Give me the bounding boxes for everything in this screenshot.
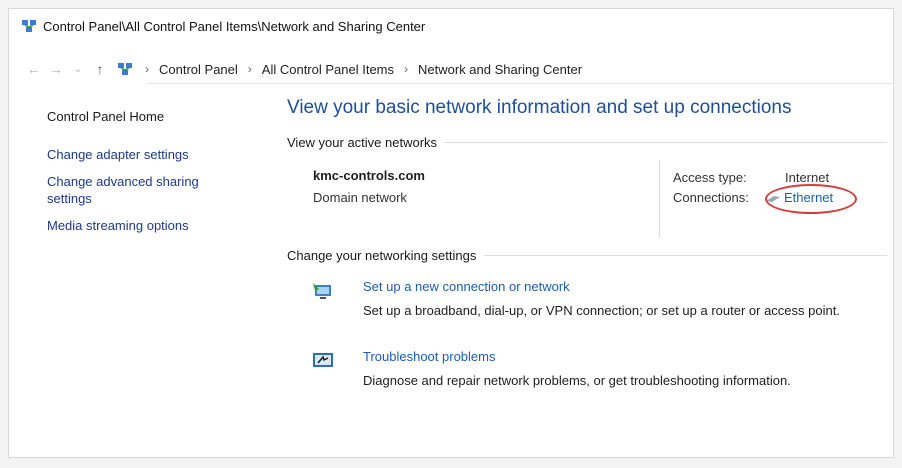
connections-label: Connections: <box>673 190 749 205</box>
troubleshoot-problems-link[interactable]: Troubleshoot problems <box>363 349 495 364</box>
chevron-right-icon[interactable]: › <box>242 62 258 76</box>
recent-dropdown-icon[interactable]: ⌄ <box>67 64 89 75</box>
change-settings-label: Change your networking settings <box>287 248 477 263</box>
control-panel-home-link[interactable]: Control Panel Home <box>47 109 257 124</box>
breadcrumb-network-center[interactable]: Network and Sharing Center <box>414 62 586 77</box>
task-new-connection: Set up a new connection or network Set u… <box>287 269 887 339</box>
setup-connection-description: Set up a broadband, dial-up, or VPN conn… <box>363 303 840 318</box>
chevron-right-icon[interactable]: › <box>139 62 155 76</box>
breadcrumb-all-items[interactable]: All Control Panel Items <box>258 62 398 77</box>
network-name: kmc-controls.com <box>313 168 425 183</box>
setup-connection-link[interactable]: Set up a new connection or network <box>363 279 570 294</box>
network-center-icon <box>22 20 36 32</box>
breadcrumb-control-panel[interactable]: Control Panel <box>155 62 242 77</box>
page-title: View your basic network information and … <box>287 97 792 118</box>
active-networks-label: View your active networks <box>287 135 438 150</box>
change-advanced-sharing-link[interactable]: Change advanced sharing settings <box>47 173 227 207</box>
highlight-circle <box>765 184 857 214</box>
breadcrumb: › Control Panel › All Control Panel Item… <box>139 62 586 77</box>
access-type-value: Internet <box>785 170 830 185</box>
back-arrow-icon[interactable]: ← <box>23 61 45 77</box>
access-type-label: Access type: <box>673 170 747 185</box>
media-streaming-options-link[interactable]: Media streaming options <box>47 217 257 234</box>
address-bar: ← → ⌄ ↑ › Control Panel › All Control Pa… <box>9 55 893 83</box>
troubleshoot-icon <box>313 353 333 367</box>
section-divider <box>484 255 887 256</box>
network-sharing-center-window: Control Panel\All Control Panel Items\Ne… <box>8 8 894 458</box>
control-panel-icon <box>118 63 132 75</box>
new-connection-icon <box>313 283 331 299</box>
section-divider <box>445 142 887 143</box>
troubleshoot-description: Diagnose and repair network problems, or… <box>363 373 791 388</box>
network-type: Domain network <box>313 190 407 205</box>
change-settings-heading: Change your networking settings <box>287 248 887 263</box>
main-content: View your basic network information and … <box>287 97 887 409</box>
forward-arrow-icon[interactable]: → <box>45 61 67 77</box>
sidebar: Control Panel Home Change adapter settin… <box>47 109 257 244</box>
chevron-right-icon[interactable]: › <box>398 62 414 76</box>
active-networks-heading: View your active networks <box>287 135 887 150</box>
title-bar: Control Panel\All Control Panel Items\Ne… <box>9 9 893 43</box>
access-type-row: Access type: Internet <box>673 170 829 185</box>
change-adapter-settings-link[interactable]: Change adapter settings <box>47 146 257 163</box>
up-arrow-icon[interactable]: ↑ <box>89 61 111 77</box>
active-network-panel: kmc-controls.com Domain network Access t… <box>287 150 887 242</box>
task-troubleshoot: Troubleshoot problems Diagnose and repai… <box>287 339 887 409</box>
vertical-divider <box>659 160 660 238</box>
address-divider <box>147 83 893 84</box>
window-title: Control Panel\All Control Panel Items\Ne… <box>43 18 426 34</box>
